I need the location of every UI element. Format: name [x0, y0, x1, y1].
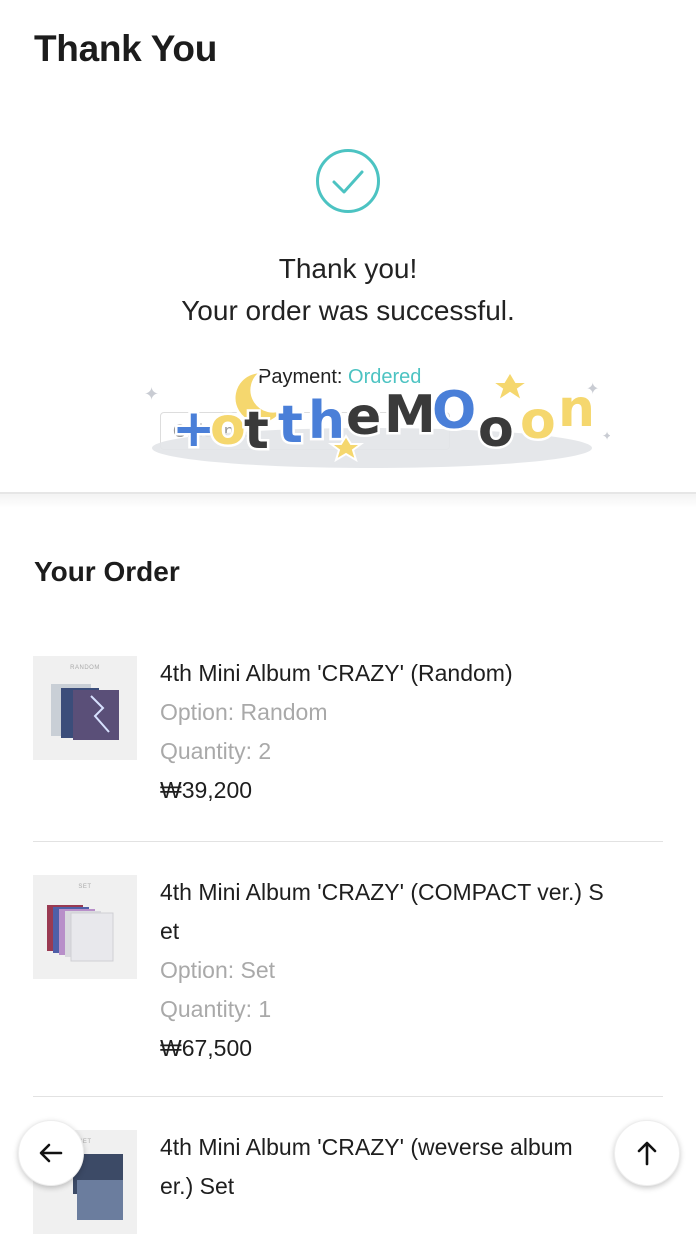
svg-text:✦: ✦	[144, 384, 159, 404]
svg-text:o: o	[478, 399, 514, 459]
item-divider	[33, 841, 663, 842]
svg-text:t: t	[244, 401, 269, 461]
svg-text:✦: ✦	[586, 381, 599, 398]
item-name: 4th Mini Album 'CRAZY' (weverse album	[160, 1134, 573, 1160]
item-name-continued: er.) Set	[160, 1173, 235, 1199]
item-option: Option: Set	[160, 957, 276, 983]
svg-text:M: M	[384, 385, 436, 445]
item-option: Option: Random	[160, 699, 328, 725]
tothemoon-sticker: + o t t h e M O o o n ✦ ✦ ✦	[144, 370, 610, 468]
item-quantity: Quantity: 2	[160, 738, 272, 764]
item-price: ₩39,200	[160, 777, 253, 803]
item-name: 4th Mini Album 'CRAZY' (Random)	[160, 660, 513, 686]
arrow-left-icon	[39, 1143, 63, 1163]
item-name: 4th Mini Album 'CRAZY' (COMPACT ver.) S	[160, 879, 604, 905]
item-name-continued: et	[160, 918, 180, 944]
item-divider	[33, 1096, 663, 1097]
item-price: ₩67,500	[160, 1035, 253, 1061]
order-success-message: Your order was successful.	[181, 295, 515, 326]
thank-you-message: Thank you!	[278, 253, 418, 284]
your-order-title: Your Order	[34, 556, 180, 587]
svg-text:O: O	[432, 381, 476, 441]
svg-text:o: o	[520, 391, 556, 451]
thumb-label: SET	[78, 884, 92, 890]
svg-text:o: o	[210, 397, 246, 457]
section-shade	[0, 494, 696, 508]
album-thumbnail[interactable]: SET	[33, 875, 137, 979]
arrow-up-icon	[637, 1141, 657, 1166]
thumb-label: RANDOM	[70, 665, 100, 671]
svg-text:✦: ✦	[602, 429, 610, 443]
album-thumbnail[interactable]: RANDOM	[33, 656, 137, 760]
svg-text:t: t	[278, 395, 303, 455]
item-quantity: Quantity: 1	[160, 996, 272, 1022]
scroll-top-button[interactable]	[614, 1120, 680, 1186]
check-circle-icon	[316, 149, 380, 213]
svg-text:h: h	[308, 391, 345, 451]
svg-text:e: e	[346, 387, 381, 447]
page-title: Thank You	[34, 28, 218, 69]
back-button[interactable]	[18, 1120, 84, 1186]
